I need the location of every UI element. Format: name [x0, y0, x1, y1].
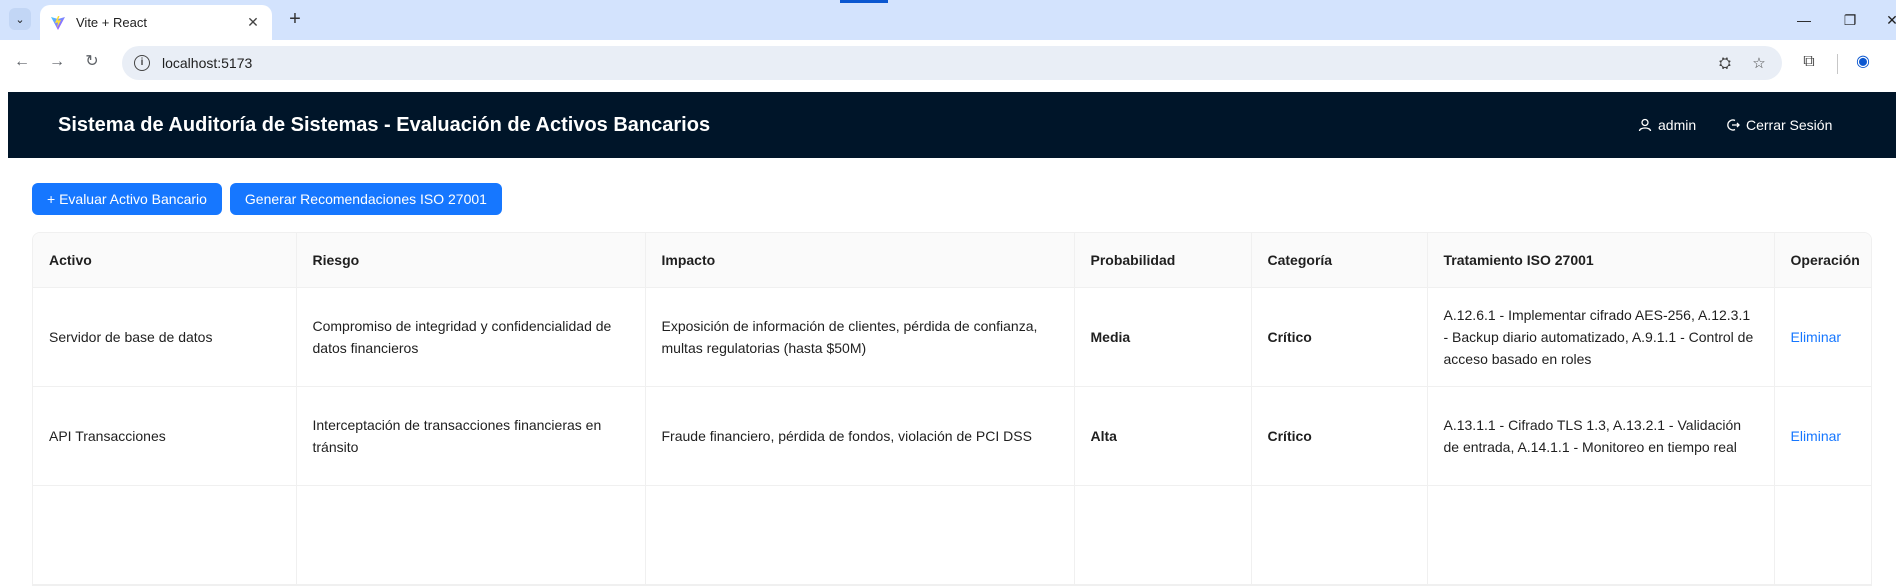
reload-icon[interactable]: ↻ — [80, 50, 104, 74]
cell-empty — [645, 485, 1075, 585]
tab-close-icon[interactable]: ✕ — [244, 14, 262, 31]
table-row: API Transacciones Interceptación de tran… — [33, 386, 1871, 486]
cell-categoria: Crítico — [1251, 287, 1428, 387]
cell-categoria: Crítico — [1251, 386, 1428, 486]
delete-link[interactable]: Eliminar — [1791, 428, 1842, 444]
translate-icon[interactable]: ⛭ — [1713, 52, 1737, 76]
delete-link[interactable]: Eliminar — [1791, 329, 1842, 345]
app-header: Sistema de Auditoría de Sistemas - Evalu… — [8, 92, 1896, 158]
user-icon — [1638, 118, 1652, 132]
tab-title: Vite + React — [76, 15, 147, 30]
url-text: localhost:5173 — [162, 55, 253, 71]
restore-icon[interactable]: ❐ — [1838, 8, 1862, 32]
site-info-icon[interactable]: i — [134, 55, 150, 71]
cell-impacto: Fraude financiero, pérdida de fondos, vi… — [645, 386, 1075, 486]
cell-activo: Servidor de base de datos — [33, 287, 297, 387]
table-row — [33, 485, 1871, 585]
close-window-icon[interactable]: ✕ — [1880, 8, 1896, 32]
header-riesgo[interactable]: Riesgo — [296, 233, 646, 288]
cell-empty — [1774, 485, 1871, 585]
extensions-icon[interactable]: ⧉ — [1797, 50, 1821, 74]
evaluate-asset-button[interactable]: + Evaluar Activo Bancario — [32, 183, 222, 215]
back-icon[interactable]: ← — [10, 50, 34, 74]
toolbar-divider — [1837, 54, 1838, 74]
logout-icon — [1727, 119, 1740, 131]
header-operacion[interactable]: Operación — [1774, 233, 1871, 288]
minimize-icon[interactable]: — — [1792, 8, 1816, 32]
bookmark-star-icon[interactable]: ☆ — [1747, 52, 1771, 76]
cell-impacto: Exposición de información de clientes, p… — [645, 287, 1075, 387]
browser-tabstrip: ⌄ Vite + React ✕ + — ❐ ✕ — [0, 0, 1896, 40]
cell-operacion: Eliminar — [1774, 287, 1871, 387]
generate-recommendations-button[interactable]: Generar Recomendaciones ISO 27001 — [229, 183, 502, 215]
tab-indicator — [840, 0, 888, 3]
browser-toolbar: ← → ↻ i localhost:5173 ⛭ ☆ ⧉ ◉ — [0, 40, 1896, 84]
username: admin — [1658, 117, 1697, 133]
cell-riesgo: Compromiso de integridad y confidenciali… — [296, 287, 646, 387]
profile-icon[interactable]: ◉ — [1851, 50, 1875, 74]
action-bar: + Evaluar Activo Bancario Generar Recome… — [32, 183, 502, 215]
address-bar[interactable]: i localhost:5173 — [122, 46, 1782, 80]
cell-probabilidad: Alta — [1074, 386, 1252, 486]
header-categoria[interactable]: Categoría — [1251, 233, 1428, 288]
table-row: Servidor de base de datos Compromiso de … — [33, 287, 1871, 387]
cell-riesgo: Interceptación de transacciones financie… — [296, 386, 646, 486]
browser-tab[interactable]: Vite + React ✕ — [40, 5, 272, 40]
cell-empty — [1427, 485, 1775, 585]
cell-probabilidad: Media — [1074, 287, 1252, 387]
cell-empty — [1074, 485, 1252, 585]
logout-label: Cerrar Sesión — [1746, 117, 1833, 133]
cell-tratamiento: A.13.1.1 - Cifrado TLS 1.3, A.13.2.1 - V… — [1427, 386, 1775, 486]
cell-activo: API Transacciones — [33, 386, 297, 486]
page-title: Sistema de Auditoría de Sistemas - Evalu… — [58, 113, 711, 136]
cell-empty — [1251, 485, 1428, 585]
header-tratamiento[interactable]: Tratamiento ISO 27001 — [1427, 233, 1775, 288]
logout-button[interactable]: Cerrar Sesión — [1726, 92, 1832, 158]
cell-empty — [33, 485, 297, 585]
cell-tratamiento: A.12.6.1 - Implementar cifrado AES-256, … — [1427, 287, 1775, 387]
cell-operacion: Eliminar — [1774, 386, 1871, 486]
header-impacto[interactable]: Impacto — [645, 233, 1075, 288]
header-activo[interactable]: Activo — [33, 233, 297, 288]
table-header-row: Activo Riesgo Impacto Probabilidad Categ… — [33, 233, 1871, 288]
new-tab-icon[interactable]: + — [283, 8, 307, 32]
forward-icon[interactable]: → — [45, 50, 69, 74]
user-menu[interactable]: admin — [1638, 92, 1696, 158]
vite-logo-icon — [51, 15, 65, 30]
cell-empty — [296, 485, 646, 585]
assets-table: Activo Riesgo Impacto Probabilidad Categ… — [32, 232, 1872, 586]
header-probabilidad[interactable]: Probabilidad — [1074, 233, 1252, 288]
tab-search-chevron-icon[interactable]: ⌄ — [9, 8, 31, 30]
